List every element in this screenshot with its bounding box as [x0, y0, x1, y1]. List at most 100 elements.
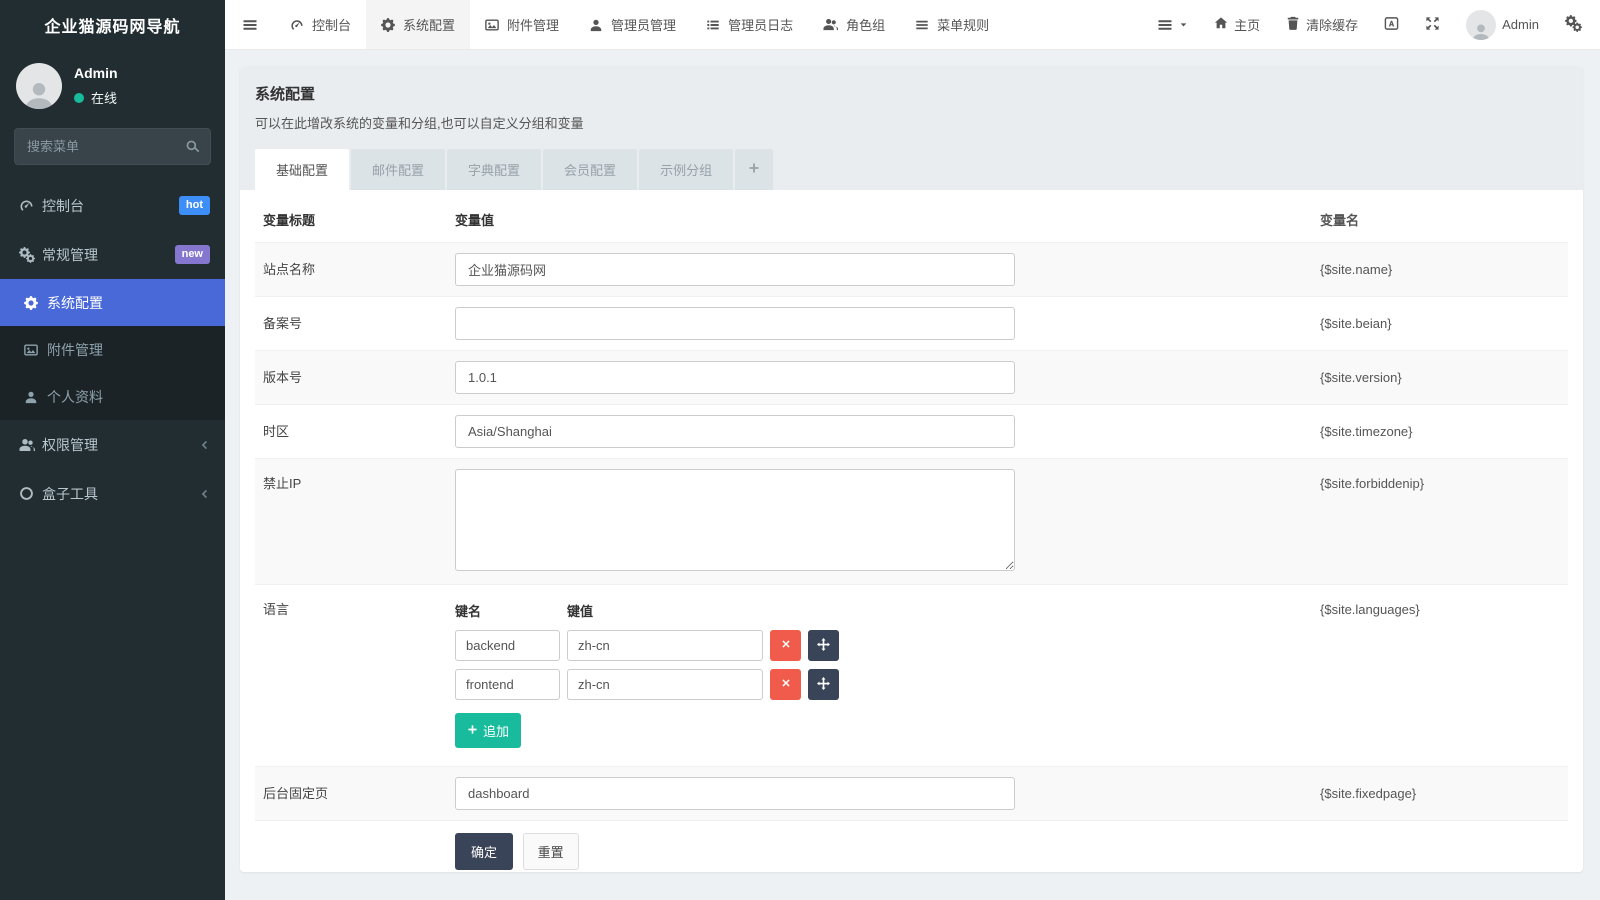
sidebar-submenu-general: 系统配置 附件管理 个人资料 — [0, 279, 225, 420]
footer-spacer — [263, 833, 455, 870]
timezone-input[interactable] — [455, 415, 1015, 448]
topnav-tab-label: 菜单规则 — [937, 15, 989, 34]
lang-key-input[interactable] — [455, 630, 560, 661]
list-icon — [706, 18, 720, 32]
table-row: 后台固定页 {$site.fixedpage} — [255, 766, 1568, 820]
home-button[interactable]: 主页 — [1201, 0, 1273, 49]
hot-badge: hot — [179, 196, 210, 214]
panel-body: 变量标题 变量值 变量名 站点名称 {$site.name} 备案号 — [240, 190, 1583, 870]
sidebar-item-general[interactable]: 常规管理 new — [0, 230, 225, 279]
gears-icon — [1565, 15, 1582, 35]
content-area: 系统配置 可以在此增改系统的变量和分组,也可以自定义分组和变量 基础配置 邮件配… — [225, 50, 1600, 900]
site-name-input[interactable] — [455, 253, 1015, 286]
bars-icon — [915, 18, 929, 32]
topnav-tab-label: 角色组 — [846, 15, 885, 34]
field-label: 站点名称 — [263, 253, 455, 286]
table-row: 语言 键名 键值 — [255, 584, 1568, 766]
sidebar-item-label: 常规管理 — [42, 245, 98, 265]
col-header-value: 变量值 — [455, 210, 1320, 229]
language-icon — [1384, 16, 1399, 34]
sidebar-item-label: 附件管理 — [47, 340, 103, 360]
topbar-right: 主页 清除缓存 Admin — [1144, 0, 1600, 49]
add-group-tab[interactable] — [735, 149, 773, 190]
sidebar-toggle-icon[interactable] — [225, 0, 275, 49]
tab-mail-config[interactable]: 邮件配置 — [351, 149, 445, 190]
delete-row-button[interactable] — [770, 669, 801, 700]
lang-value-input[interactable] — [567, 630, 763, 661]
col-header-title: 变量标题 — [263, 210, 455, 229]
fixed-page-input[interactable] — [455, 777, 1015, 810]
app-logo: 企业猫源码网导航 — [0, 0, 225, 50]
append-label: 追加 — [483, 721, 509, 740]
users-icon — [19, 437, 42, 453]
drag-row-button[interactable] — [808, 630, 839, 661]
topnav-tab-label: 附件管理 — [507, 15, 559, 34]
variable-name: {$site.name} — [1320, 253, 1560, 286]
expand-icon — [1425, 16, 1440, 34]
tab-basic-config[interactable]: 基础配置 — [255, 149, 349, 190]
beian-input[interactable] — [455, 307, 1015, 340]
field-label: 备案号 — [263, 307, 455, 340]
topnav-tab-role-group[interactable]: 角色组 — [808, 0, 900, 49]
gear-icon — [24, 296, 47, 310]
fullscreen-button[interactable] — [1412, 0, 1453, 49]
sidebar-item-label: 系统配置 — [47, 293, 103, 313]
x-icon — [780, 677, 792, 692]
move-icon — [817, 677, 830, 693]
reset-button[interactable]: 重置 — [523, 833, 579, 870]
sidebar-item-dashboard[interactable]: 控制台 hot — [0, 181, 225, 230]
field-label: 时区 — [263, 415, 455, 448]
kv-row — [455, 630, 1320, 661]
user-menu[interactable]: Admin — [1453, 0, 1552, 49]
app-root: 企业猫源码网导航 Admin 在线 控制台 hot — [0, 0, 1600, 900]
table-row: 时区 {$site.timezone} — [255, 404, 1568, 458]
sidebar-item-profile[interactable]: 个人资料 — [0, 373, 225, 420]
delete-row-button[interactable] — [770, 630, 801, 661]
tab-dictionary-config[interactable]: 字典配置 — [447, 149, 541, 190]
forbidden-ip-textarea[interactable] — [455, 469, 1015, 571]
field-label: 后台固定页 — [263, 777, 455, 810]
topnav-tab-menu-rules[interactable]: 菜单规则 — [900, 0, 1004, 49]
sidebar-item-permissions[interactable]: 权限管理 — [0, 420, 225, 469]
sidebar-menu: 控制台 hot 常规管理 new 系统配置 附件管理 个人资料 — [0, 181, 225, 900]
topnav-tab-dashboard[interactable]: 控制台 — [275, 0, 366, 49]
sidebar-item-label: 权限管理 — [42, 435, 98, 455]
user-name: Admin — [74, 65, 118, 81]
col-header-name: 变量名 — [1320, 210, 1560, 229]
move-icon — [817, 638, 830, 654]
menu-search-input[interactable] — [14, 128, 211, 165]
sidebar-item-attachments[interactable]: 附件管理 — [0, 326, 225, 373]
variable-name: {$site.forbiddenip} — [1320, 469, 1560, 574]
sidebar-item-system-config[interactable]: 系统配置 — [0, 279, 225, 326]
language-switcher[interactable] — [1371, 0, 1412, 49]
lang-key-input[interactable] — [455, 669, 560, 700]
clear-cache-label: 清除缓存 — [1306, 15, 1358, 34]
page-title: 系统配置 — [255, 83, 1568, 104]
tab-list-dropdown[interactable] — [1144, 0, 1201, 49]
topnav-tab-attachments[interactable]: 附件管理 — [470, 0, 574, 49]
chevron-left-icon — [198, 488, 210, 500]
chevron-left-icon — [198, 439, 210, 451]
drag-row-button[interactable] — [808, 669, 839, 700]
settings-button[interactable] — [1552, 0, 1600, 49]
tab-example-group[interactable]: 示例分组 — [639, 149, 733, 190]
user-status-label: 在线 — [91, 88, 117, 107]
sidebar-user-panel: Admin 在线 — [0, 50, 225, 118]
topnav-tab-admin-management[interactable]: 管理员管理 — [574, 0, 691, 49]
version-input[interactable] — [455, 361, 1015, 394]
topbar-username: Admin — [1502, 17, 1539, 32]
submit-button[interactable]: 确定 — [455, 833, 513, 870]
topnav-tab-system-config[interactable]: 系统配置 — [366, 0, 470, 49]
lang-value-input[interactable] — [567, 669, 763, 700]
tab-member-config[interactable]: 会员配置 — [543, 149, 637, 190]
sidebar-item-label: 控制台 — [42, 196, 84, 216]
field-label: 语言 — [263, 595, 455, 756]
sidebar-item-box-tools[interactable]: 盒子工具 — [0, 469, 225, 518]
plus-icon — [748, 162, 760, 177]
clear-cache-button[interactable]: 清除缓存 — [1273, 0, 1371, 49]
table-row: 备案号 {$site.beian} — [255, 296, 1568, 350]
users-icon — [823, 17, 838, 32]
config-tabs: 基础配置 邮件配置 字典配置 会员配置 示例分组 — [255, 149, 1568, 190]
append-button[interactable]: 追加 — [455, 713, 521, 748]
topnav-tab-admin-log[interactable]: 管理员日志 — [691, 0, 808, 49]
